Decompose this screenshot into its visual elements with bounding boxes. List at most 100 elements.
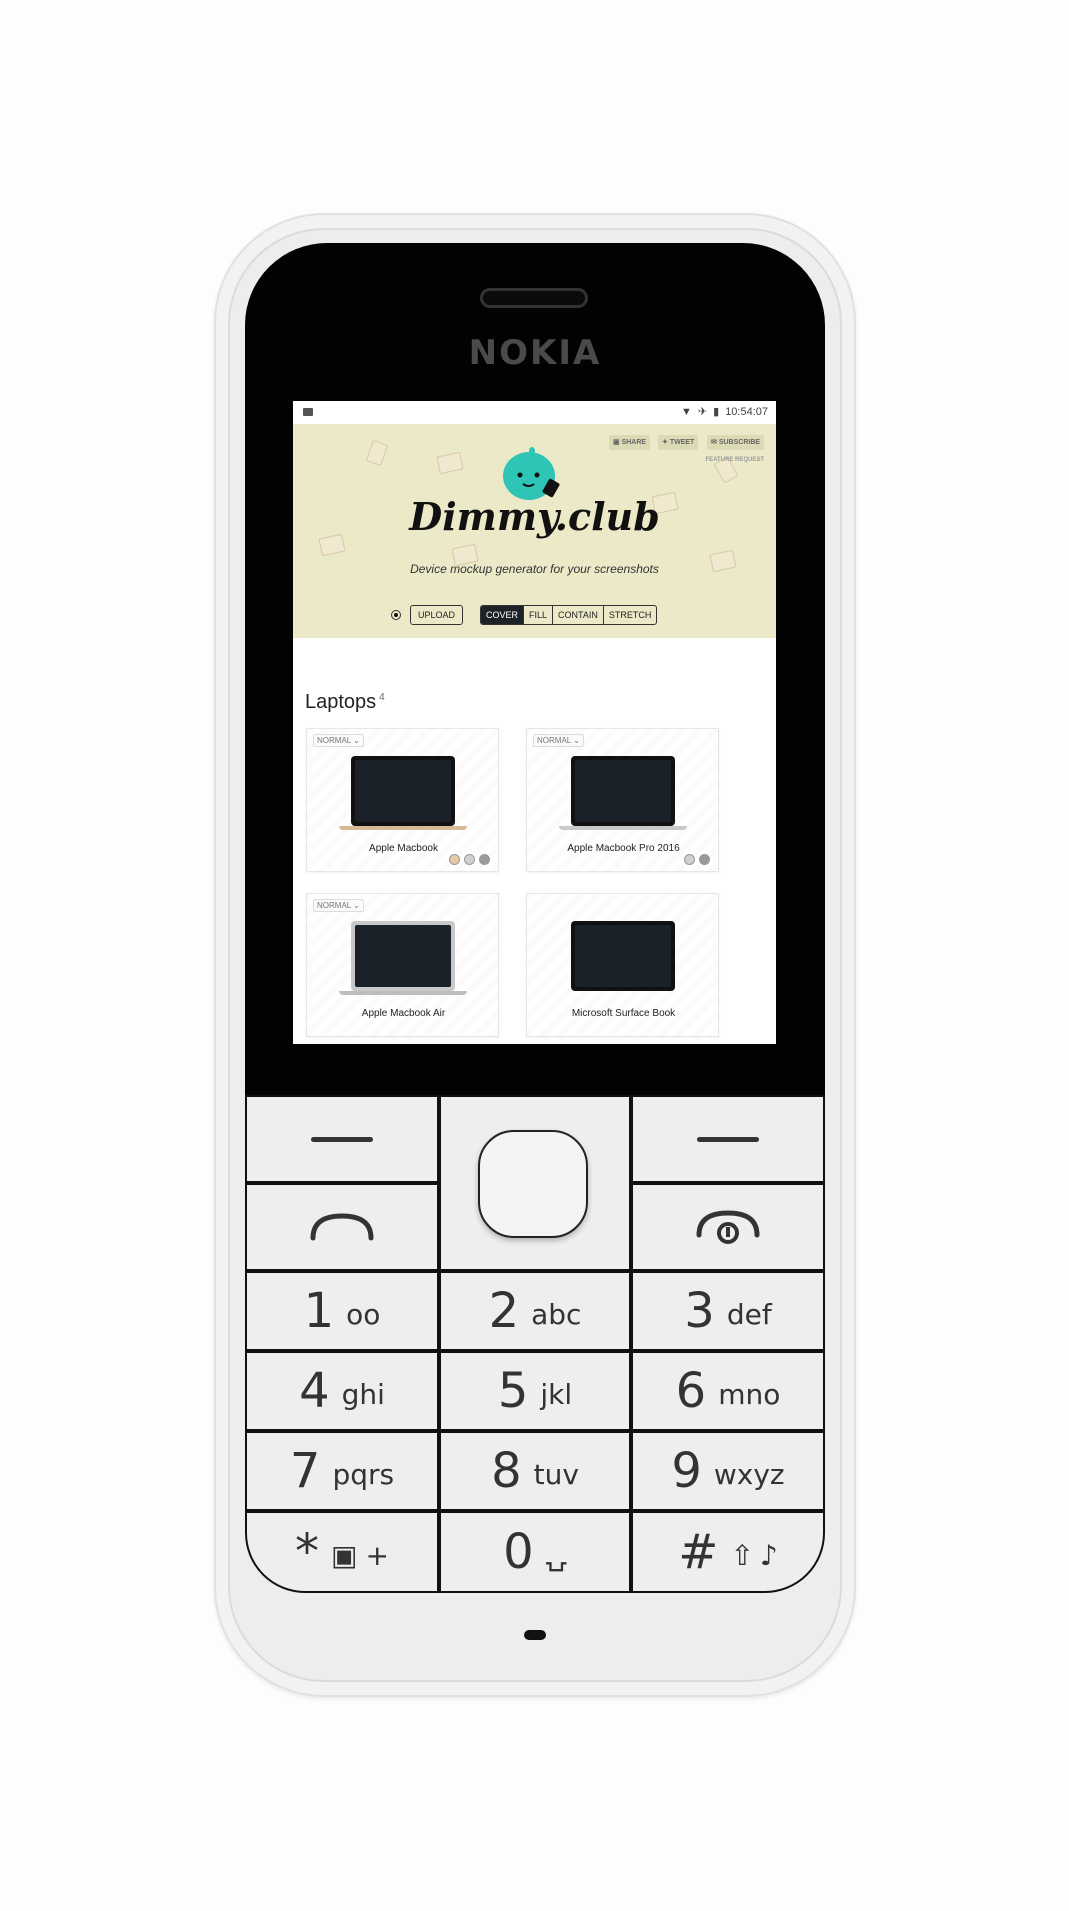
laptop-base: [339, 826, 467, 830]
key-letters: +: [365, 1538, 389, 1572]
key-digit: 4: [299, 1363, 330, 1419]
key-digit: 0: [503, 1524, 534, 1580]
key-digit: 5: [497, 1363, 529, 1419]
swatch-silver[interactable]: [684, 854, 695, 865]
laptop-image: [351, 921, 455, 991]
radio-icon: ▣: [331, 1538, 358, 1572]
swatch-gray[interactable]: [699, 854, 710, 865]
phone-screen: ▼ ✈ ▮ 10:54:07 ▣ SHARE ✦ TWEET ✉ SUBSCRI…: [293, 401, 776, 1044]
feature-request-link[interactable]: FEATURE REQUEST: [705, 457, 764, 463]
laptop-base: [559, 826, 687, 830]
laptop-base: [339, 991, 467, 995]
key-digit: 1: [303, 1283, 335, 1339]
key-0[interactable]: 0 ⍽: [439, 1511, 631, 1593]
call-icon: [310, 1213, 374, 1241]
key-8[interactable]: 8 tuv: [439, 1431, 631, 1511]
key-digit: 3: [684, 1283, 715, 1339]
softkey-line-icon: [311, 1136, 373, 1142]
device-card-microsoft-surface-book[interactable]: Microsoft Surface Book: [526, 893, 719, 1037]
key-letters: wxyz: [713, 1457, 785, 1491]
fit-cover-option[interactable]: COVER: [481, 606, 525, 624]
site-logo[interactable]: Dimmy.club: [293, 494, 776, 539]
key-letters: jkl: [540, 1377, 573, 1411]
key-digit: 8: [491, 1443, 522, 1499]
device-name: Apple Macbook Pro 2016: [567, 843, 680, 854]
key-letters: tuv: [533, 1457, 579, 1491]
airplane-icon: ✈: [697, 406, 708, 418]
laptop-image: [571, 921, 675, 991]
swatch-silver[interactable]: [464, 854, 475, 865]
image-icon: [303, 408, 313, 416]
key-3[interactable]: 3 def: [631, 1271, 825, 1351]
key-4[interactable]: 4 ghi: [245, 1351, 439, 1431]
key-digit: 6: [675, 1363, 707, 1419]
swatch-gold[interactable]: [449, 854, 460, 865]
facebook-icon: ▣: [613, 439, 622, 446]
laptop-image: [571, 756, 675, 826]
twitter-icon: ✦: [662, 439, 670, 446]
space-icon: ⍽: [545, 1538, 567, 1572]
swatch-gray[interactable]: [479, 854, 490, 865]
key-digit: *: [295, 1524, 320, 1580]
subscribe-button[interactable]: ✉ SUBSCRIBE: [707, 435, 765, 450]
shift-icon: ⇧: [730, 1538, 754, 1572]
key-digit: 7: [289, 1443, 321, 1499]
color-swatches: [684, 854, 710, 865]
key-5[interactable]: 5 jkl: [439, 1351, 631, 1431]
section-title: Laptops 4: [305, 691, 385, 713]
hero-banner: ▣ SHARE ✦ TWEET ✉ SUBSCRIBE FEATURE REQU…: [293, 424, 776, 638]
wifi-icon: ▼: [681, 406, 692, 418]
key-1[interactable]: 1 oo: [245, 1271, 439, 1351]
decor-laptop-icon: [436, 451, 464, 475]
upload-radio[interactable]: [391, 610, 401, 620]
laptop-image: [351, 756, 455, 826]
key-9[interactable]: 9 wxyz: [631, 1431, 825, 1511]
upload-button[interactable]: UPLOAD: [410, 605, 464, 625]
silent-icon: ♪: [759, 1538, 778, 1572]
key-letters: pqrs: [332, 1457, 395, 1491]
key-digit: 9: [671, 1443, 702, 1499]
color-swatches: [449, 854, 490, 865]
device-card-apple-macbook-pro-2016[interactable]: NORMAL ⌄ Apple Macbook Pro 2016: [526, 728, 719, 872]
key-7[interactable]: 7 pqrs: [245, 1431, 439, 1511]
call-key[interactable]: [245, 1183, 439, 1271]
brand-logo: NOKIA: [468, 333, 602, 373]
key-6[interactable]: 6 mno: [631, 1351, 825, 1431]
earpiece-speaker: [480, 288, 588, 308]
variant-dropdown[interactable]: NORMAL ⌄: [533, 734, 584, 747]
decor-phone-icon: [365, 439, 389, 467]
softkey-line-icon: [697, 1136, 759, 1142]
status-time: 10:54:07: [725, 406, 768, 418]
device-name: Apple Macbook: [369, 843, 438, 854]
device-card-apple-macbook-air[interactable]: NORMAL ⌄ Apple Macbook Air: [306, 893, 499, 1037]
tagline: Device mockup generator for your screens…: [410, 562, 659, 576]
fit-mode-selector: COVER FILL CONTAIN STRETCH: [480, 605, 658, 625]
navigation-key[interactable]: [478, 1130, 588, 1238]
key-star[interactable]: * ▣ +: [245, 1511, 439, 1593]
voicemail-icon: oo: [346, 1297, 381, 1331]
variant-dropdown[interactable]: NORMAL ⌄: [313, 734, 364, 747]
fit-contain-option[interactable]: CONTAIN: [553, 606, 604, 624]
mail-icon: ✉: [711, 439, 719, 446]
fit-fill-option[interactable]: FILL: [524, 606, 554, 624]
status-bar: ▼ ✈ ▮ 10:54:07: [293, 401, 776, 424]
key-hash[interactable]: # ⇧ ♪: [631, 1511, 825, 1593]
device-name: Microsoft Surface Book: [571, 1008, 676, 1019]
fit-stretch-option[interactable]: STRETCH: [604, 606, 656, 624]
device-name: Apple Macbook Air: [361, 1008, 446, 1019]
key-letters: mno: [718, 1377, 781, 1411]
left-softkey[interactable]: [245, 1095, 439, 1183]
key-digit: #: [678, 1524, 719, 1580]
right-softkey[interactable]: [631, 1095, 825, 1183]
tweet-button[interactable]: ✦ TWEET: [658, 435, 699, 450]
share-button[interactable]: ▣ SHARE: [609, 435, 651, 450]
key-2[interactable]: 2 abc: [439, 1271, 631, 1351]
variant-dropdown[interactable]: NORMAL ⌄: [313, 899, 364, 912]
battery-icon: ▮: [713, 406, 720, 418]
key-letters: ghi: [341, 1377, 385, 1411]
upload-controls: UPLOAD COVER FILL CONTAIN STRETCH: [293, 605, 776, 627]
section-count: 4: [379, 692, 385, 704]
key-digit: 2: [488, 1283, 520, 1339]
end-key[interactable]: [631, 1183, 825, 1271]
device-card-apple-macbook[interactable]: NORMAL ⌄ Apple Macbook: [306, 728, 499, 872]
